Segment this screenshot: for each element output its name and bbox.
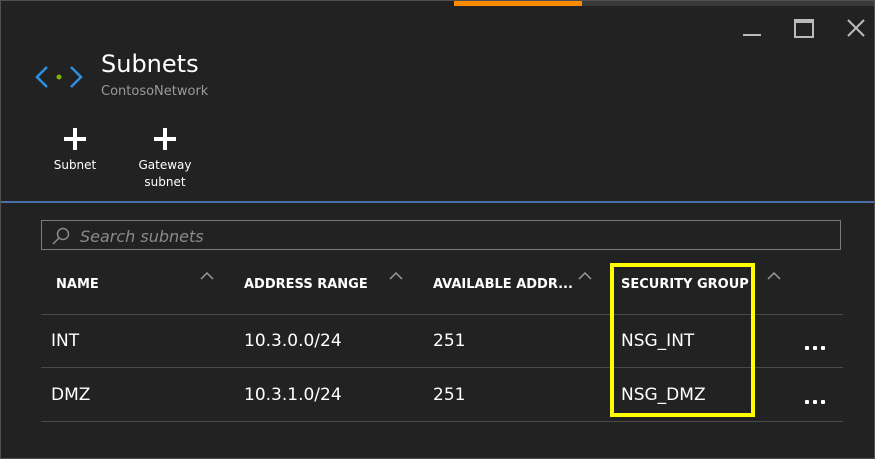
inactive-blade-indicator	[582, 1, 874, 6]
add-subnet-label: Subnet	[53, 158, 97, 172]
active-blade-indicator	[454, 1, 582, 6]
sort-chevron-up-icon[interactable]	[578, 271, 592, 281]
sort-chevron-up-icon[interactable]	[200, 271, 214, 281]
sort-chevron-up-icon[interactable]	[767, 271, 781, 281]
gateway-label-line2: subnet	[144, 175, 186, 189]
blade-subtitle: ContosoNetwork	[101, 84, 209, 99]
search-box[interactable]	[41, 220, 841, 251]
search-input[interactable]	[78, 221, 822, 251]
maximize-icon[interactable]	[791, 15, 817, 41]
row-divider	[41, 421, 843, 422]
table-cell-name[interactable]: DMZ	[51, 385, 90, 405]
row-menu-ellipsis-icon[interactable]	[801, 342, 829, 352]
table-cell-available[interactable]: 251	[433, 385, 465, 405]
table-cell-security-group[interactable]: NSG_DMZ	[621, 385, 706, 405]
row-divider	[41, 314, 843, 315]
close-icon[interactable]	[843, 15, 869, 41]
add-gateway-subnet-button[interactable]: Gateway subnet	[125, 127, 205, 191]
column-header-name[interactable]: NAME	[56, 277, 99, 292]
table-cell-available[interactable]: 251	[433, 331, 465, 351]
minimize-icon[interactable]	[739, 15, 765, 41]
blade-title: Subnets	[101, 50, 199, 78]
command-bar-divider	[1, 201, 874, 203]
table-cell-address-range[interactable]: 10.3.0.0/24	[244, 331, 342, 351]
plus-icon	[154, 128, 176, 150]
row-menu-ellipsis-icon[interactable]	[801, 396, 829, 406]
search-icon	[52, 227, 70, 245]
gateway-label-line1: Gateway	[138, 158, 192, 172]
column-header-available-addresses[interactable]: AVAILABLE ADDR...	[433, 277, 573, 292]
table-cell-address-range[interactable]: 10.3.1.0/24	[244, 385, 342, 405]
subnets-blade: Subnets ContosoNetwork Subnet Gateway su…	[0, 0, 875, 459]
row-divider	[41, 367, 843, 368]
table-cell-name[interactable]: INT	[51, 331, 79, 351]
column-header-address-range[interactable]: ADDRESS RANGE	[244, 277, 368, 292]
add-subnet-button[interactable]: Subnet	[35, 127, 115, 174]
table-cell-security-group[interactable]: NSG_INT	[621, 331, 694, 351]
virtual-network-icon	[35, 63, 85, 97]
plus-icon	[64, 128, 86, 150]
column-header-security-group[interactable]: SECURITY GROUP	[621, 277, 749, 292]
sort-chevron-up-icon[interactable]	[389, 271, 403, 281]
